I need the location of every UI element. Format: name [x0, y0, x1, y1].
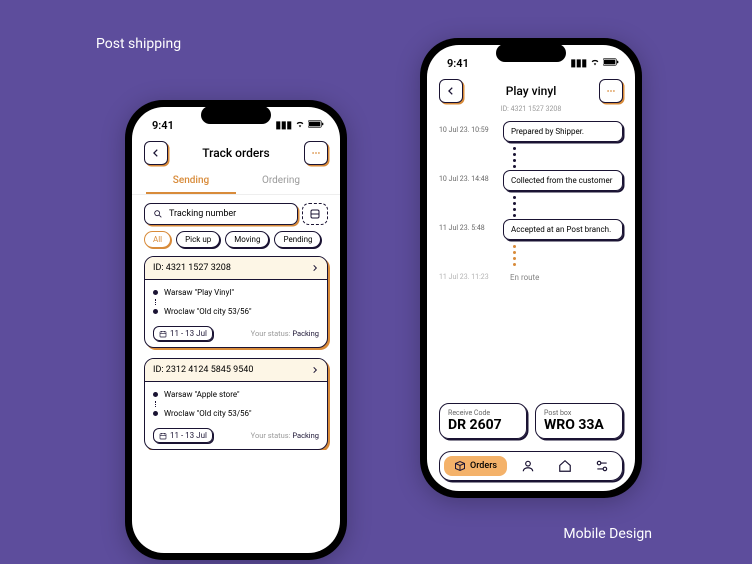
- route-to: Wroclaw "Old city 53/56": [164, 307, 252, 316]
- order-cards: ID: 4321 1527 3208 Warsaw "Play Vinyl" W…: [132, 256, 340, 450]
- status-time: 9:41: [152, 119, 174, 132]
- package-icon: [454, 460, 466, 472]
- tabs: Sending Ordering: [132, 169, 340, 195]
- calendar-icon: [159, 330, 167, 338]
- screen-title: Play vinyl: [463, 84, 599, 98]
- route-from: Warsaw "Apple store": [164, 390, 240, 399]
- order-card[interactable]: ID: 2312 4124 5845 9540 Warsaw "Apple st…: [144, 358, 328, 450]
- route-to: Wroclaw "Old city 53/56": [164, 409, 252, 418]
- nav-profile[interactable]: [511, 459, 544, 473]
- scan-button[interactable]: [302, 203, 328, 225]
- signal-icon: ▮▮▮: [570, 58, 587, 69]
- timeline-status: Prepared by Shipper.: [503, 121, 623, 142]
- more-icon: [311, 148, 321, 158]
- wifi-icon: [590, 57, 600, 70]
- timeline-status: Accepted at an Post branch.: [503, 219, 623, 240]
- status-time: 9:41: [447, 57, 469, 70]
- postbox-box: Post box WRO 33A: [535, 403, 623, 439]
- topbar: Track orders: [132, 135, 340, 169]
- chip-pending[interactable]: Pending: [274, 231, 321, 248]
- screen-subtitle: ID: 4321 1527 3208: [427, 105, 635, 113]
- order-id: ID: 2312 4124 5845 9540: [153, 365, 253, 375]
- status-icons: ▮▮▮: [275, 119, 324, 132]
- search-input[interactable]: Tracking number: [144, 203, 298, 225]
- timeline-time: 11 Jul 23. 11:23: [439, 268, 495, 281]
- date-badge: 11 - 13 Jul: [153, 428, 213, 443]
- postbox-label: Post box: [544, 409, 614, 417]
- more-button[interactable]: [599, 79, 623, 103]
- search-placeholder: Tracking number: [169, 209, 236, 219]
- search-icon: [153, 209, 163, 219]
- route-from: Warsaw "Play Vinyl": [164, 288, 234, 297]
- page-title-bottom: Mobile Design: [563, 526, 652, 542]
- timeline-status: En route: [503, 268, 623, 287]
- more-icon: [606, 86, 616, 96]
- timeline-item: 11 Jul 23. 11:23 En route: [439, 268, 623, 287]
- timeline-time: 11 Jul 23. 5:48: [439, 219, 495, 232]
- receive-code-label: Receive Code: [448, 409, 518, 417]
- arrow-left-icon: [151, 148, 161, 158]
- phone-order-detail: 9:41 ▮▮▮ Play vinyl ID: 4321 152: [420, 38, 642, 498]
- screen-title: Track orders: [168, 146, 304, 160]
- timeline-time: 10 Jul 23. 14:48: [439, 170, 495, 183]
- postbox-value: WRO 33A: [544, 417, 614, 433]
- wifi-icon: [295, 119, 305, 132]
- chip-pickup[interactable]: Pick up: [176, 231, 220, 248]
- nav-home[interactable]: [548, 459, 581, 473]
- signal-icon: ▮▮▮: [275, 120, 292, 131]
- tab-sending[interactable]: Sending: [146, 169, 236, 194]
- nav-orders[interactable]: Orders: [444, 456, 507, 476]
- phone-track-orders: 9:41 ▮▮▮ Track orders Sending Orde: [125, 100, 347, 560]
- tab-ordering[interactable]: Ordering: [236, 169, 326, 194]
- nav-settings[interactable]: [585, 459, 618, 473]
- info-row: Receive Code DR 2607 Post box WRO 33A: [427, 399, 635, 443]
- timeline-item: 10 Jul 23. 10:59 Prepared by Shipper.: [439, 121, 623, 142]
- status-icons: ▮▮▮: [570, 57, 619, 70]
- battery-icon: [603, 58, 619, 69]
- more-button[interactable]: [304, 141, 328, 165]
- order-card[interactable]: ID: 4321 1527 3208 Warsaw "Play Vinyl" W…: [144, 256, 328, 348]
- battery-icon: [308, 120, 324, 131]
- arrow-left-icon: [446, 86, 456, 96]
- timeline-status: Collected from the customer: [503, 170, 623, 191]
- chevron-right-icon: [311, 366, 319, 374]
- back-button[interactable]: [439, 79, 463, 103]
- bottom-nav: Orders: [439, 451, 623, 481]
- user-icon: [521, 459, 535, 473]
- chip-all[interactable]: All: [144, 231, 171, 248]
- receive-code-value: DR 2607: [448, 417, 518, 433]
- topbar: Play vinyl: [427, 73, 635, 107]
- timeline: 10 Jul 23. 10:59 Prepared by Shipper. 10…: [427, 117, 635, 399]
- back-button[interactable]: [144, 141, 168, 165]
- scan-icon: [309, 208, 321, 220]
- home-icon: [558, 459, 572, 473]
- receive-code-box: Receive Code DR 2607: [439, 403, 527, 439]
- timeline-time: 10 Jul 23. 10:59: [439, 121, 495, 134]
- order-id: ID: 4321 1527 3208: [153, 263, 231, 273]
- nav-orders-label: Orders: [470, 461, 497, 471]
- date-badge: 11 - 13 Jul: [153, 326, 213, 341]
- timeline-item: 11 Jul 23. 5:48 Accepted at an Post bran…: [439, 219, 623, 240]
- chevron-right-icon: [311, 264, 319, 272]
- status-text: Your status: Packing: [251, 431, 319, 440]
- calendar-icon: [159, 432, 167, 440]
- timeline-item: 10 Jul 23. 14:48 Collected from the cust…: [439, 170, 623, 191]
- settings-icon: [595, 459, 609, 473]
- chip-moving[interactable]: Moving: [225, 231, 269, 248]
- filter-chips: All Pick up Moving Pending: [132, 231, 340, 256]
- status-text: Your status: Packing: [251, 329, 319, 338]
- page-title-top: Post shipping: [96, 36, 181, 52]
